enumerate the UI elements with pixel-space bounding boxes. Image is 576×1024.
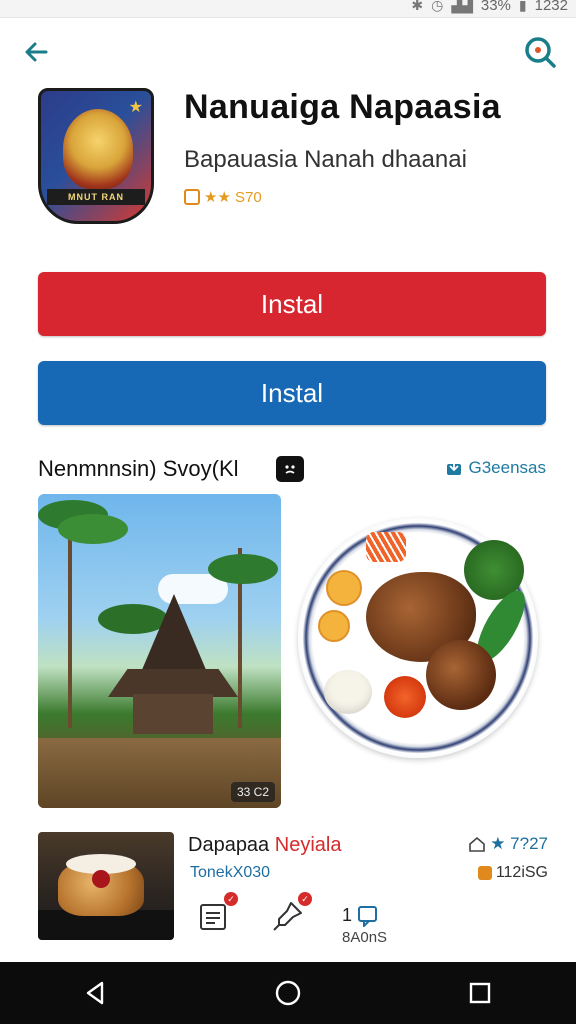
palm-leaf	[208, 554, 278, 584]
list-item-title: Dapapaa Neyiala	[188, 834, 341, 857]
app-header: ★ MNUT RAN Nanuaiga Napaasia Bapauasia N…	[38, 88, 558, 228]
list-item-rating-text: ★ 7?27	[490, 834, 548, 853]
nav-recents-button[interactable]	[450, 968, 510, 1018]
search-button[interactable]	[520, 32, 560, 72]
app-logo-banner: MNUT RAN	[47, 189, 145, 205]
nav-home-button[interactable]	[258, 968, 318, 1018]
app-subtitle: Bapauasia Nanah dhaanai	[184, 146, 467, 173]
emblem-icon	[63, 109, 133, 189]
app-rating: ★★ S70	[184, 188, 262, 206]
status-bar: ✱ ◷ ▟▟ 33% ▮ 1232	[0, 0, 576, 18]
list-item-size-text: 112iSG	[495, 864, 548, 881]
carrot-slaw	[366, 532, 406, 562]
battery-percent: 33%	[480, 0, 511, 14]
install-button-primary[interactable]: Instal	[38, 272, 546, 336]
section-link[interactable]: G3eensas	[445, 458, 547, 478]
arrow-left-icon	[25, 42, 48, 62]
recents-square-icon	[469, 982, 491, 1004]
rating-box-icon	[184, 189, 200, 205]
app-title: Nanuaiga Napaasia	[184, 88, 501, 126]
list-item-title-part1: Dapapaa	[188, 834, 270, 856]
search-icon	[525, 37, 556, 68]
install-button-secondary[interactable]: Instal	[38, 361, 546, 425]
alarm-icon: ◷	[431, 0, 444, 13]
signal-icon: ▟▟	[451, 0, 473, 13]
back-button[interactable]	[18, 34, 54, 70]
note-button[interactable]: ✓	[194, 892, 238, 936]
list-item-actions: ✓ ✓ 1 8A0nS	[194, 892, 387, 946]
cherry	[92, 870, 110, 888]
pin-button[interactable]: ✓	[268, 892, 312, 936]
star-icon: ★	[128, 99, 143, 116]
home-outline-icon	[469, 836, 486, 852]
screenshot-label: 33 C2	[230, 782, 275, 802]
action-count-bottom: 8A0nS	[342, 928, 388, 946]
back-triangle-icon	[86, 981, 104, 1005]
download-badge-icon	[446, 460, 461, 475]
screenshot-village[interactable]: 33 C2	[38, 494, 281, 808]
list-item-size: 112iSG	[477, 864, 548, 882]
battery-icon: ▮	[518, 0, 527, 13]
chat-icon	[358, 906, 378, 929]
chicken-drumstick	[426, 640, 496, 710]
top-bar	[0, 28, 576, 76]
section-link-text: G3eensas	[468, 458, 547, 477]
nav-back-button[interactable]	[66, 968, 126, 1018]
list-item-subtitle: TonekX030	[190, 864, 271, 881]
house-eave	[108, 669, 238, 697]
list-item-thumbnail	[38, 832, 174, 940]
palm-trunk	[68, 518, 72, 728]
action-count-top: 1	[342, 904, 353, 925]
home-circle-icon	[275, 980, 301, 1006]
size-icon	[477, 866, 492, 880]
notification-dot: ✓	[298, 892, 312, 906]
cracker	[326, 570, 362, 606]
action-count[interactable]: 1 8A0nS	[342, 904, 387, 946]
face-icon[interactable]	[276, 456, 304, 482]
palm-leaf	[58, 514, 128, 544]
rice-mound	[324, 670, 372, 714]
list-item-title-part2: Neyiala	[274, 834, 342, 856]
notification-icon: ✱	[411, 0, 424, 13]
face-glyph	[285, 465, 295, 474]
status-icons: ✱ ◷ ▟▟ 33% ▮ 1232	[411, 0, 568, 14]
list-item-rating: ★ 7?27	[468, 834, 548, 854]
list-item[interactable]: Dapapaa Neyiala TonekX030 ★ 7?27 112iSG …	[38, 830, 558, 946]
status-time: 1232	[534, 0, 568, 14]
system-nav-bar	[0, 962, 576, 1024]
screenshot-carousel[interactable]: 33 C2	[38, 494, 558, 810]
app-logo: ★ MNUT RAN	[38, 88, 154, 224]
section-header: Nenmnnsin) Svoy(Kl G3eensas	[38, 452, 546, 486]
house-body	[133, 694, 213, 734]
notification-dot: ✓	[224, 892, 238, 906]
rating-text: ★★ S70	[204, 189, 262, 206]
cracker	[318, 610, 350, 642]
sambal-bowl	[384, 676, 426, 718]
screenshot-food[interactable]	[296, 510, 546, 760]
section-title: Nenmnnsin) Svoy(Kl	[38, 456, 239, 481]
app-detail-screen: ✱ ◷ ▟▟ 33% ▮ 1232 ★ MNUT RAN Nanuaiga Na…	[0, 0, 576, 1024]
